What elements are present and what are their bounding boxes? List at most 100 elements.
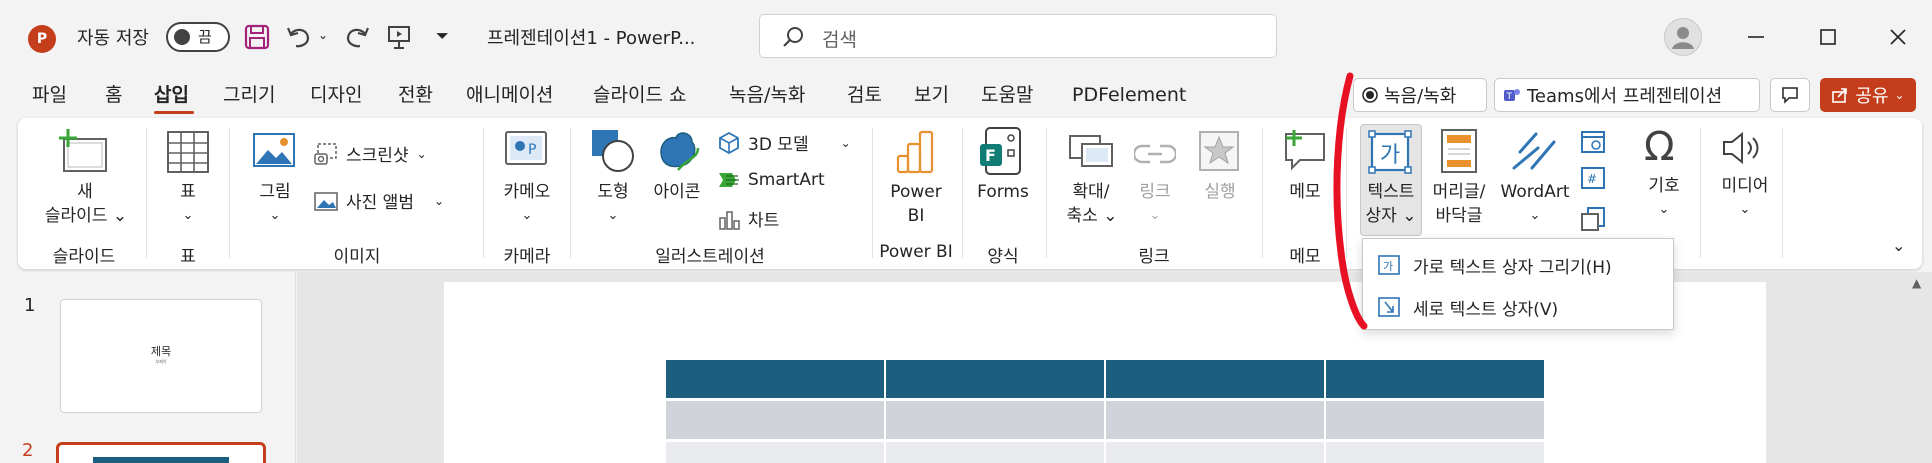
photo-album-button[interactable]: 사진 앨범 ⌄ — [314, 188, 444, 213]
table-cell[interactable] — [1106, 442, 1324, 463]
textbox-button[interactable]: 상자 ⌄ — [1356, 204, 1426, 228]
symbols-button[interactable]: 기호 — [1634, 174, 1694, 198]
customize-qat-icon[interactable]: ⏷ — [436, 26, 449, 46]
zoom-label-2: 축소 — [1066, 206, 1098, 226]
3d-models-button[interactable]: 3D 모델 ⌄ — [718, 130, 851, 155]
maximize-icon[interactable] — [1803, 12, 1853, 62]
table-header-cell[interactable] — [666, 360, 884, 398]
table-cell[interactable] — [1326, 401, 1544, 439]
tab-pdfelement[interactable]: PDFelement — [1072, 80, 1186, 110]
chart-button[interactable]: 차트 — [718, 206, 779, 231]
screenshot-button[interactable]: 스크린샷 ⌄ — [314, 141, 427, 166]
tab-insert[interactable]: 삽입 — [154, 80, 189, 110]
new-slide-button[interactable]: 슬라이드 ⌄ — [36, 204, 136, 228]
table-header-cell[interactable] — [1326, 360, 1544, 398]
textbox-dropdown-menu: 가 가로 텍스트 상자 그리기(H) 세로 텍스트 상자(V) — [1362, 238, 1674, 330]
collapse-ribbon-icon[interactable]: ⌄ — [1892, 236, 1905, 255]
forms-button[interactable]: Forms — [970, 180, 1036, 204]
power-bi-label-2[interactable]: BI — [886, 204, 946, 228]
save-icon[interactable] — [240, 20, 274, 54]
autosave-toggle[interactable]: 끔 — [166, 22, 230, 52]
redo-icon[interactable] — [340, 20, 374, 54]
pictures-button[interactable]: 그림 — [250, 180, 300, 204]
table-header-cell[interactable] — [1106, 360, 1324, 398]
media-dropdown-icon[interactable]: ⌄ — [1712, 198, 1778, 222]
slide-thumbnail-1[interactable]: 제목 부제목 — [60, 299, 262, 413]
present-in-teams-button[interactable]: T Teams에서 프레젠테이션 — [1494, 78, 1760, 112]
table-cell[interactable] — [1326, 442, 1544, 463]
group-images-label: 이미지 — [333, 247, 381, 267]
vertical-textbox-label: 세로 텍스트 상자(V) — [1413, 299, 1559, 320]
slide-thumbnail-2[interactable] — [56, 442, 266, 463]
teams-icon: T — [1504, 89, 1520, 102]
tab-slideshow[interactable]: 슬라이드 쇼 — [593, 80, 686, 110]
group-camera-label: 카메라 — [503, 247, 551, 267]
cameo-button[interactable]: 카메오 — [494, 180, 560, 204]
wordart-icon — [1512, 132, 1556, 170]
table-button[interactable]: 표 — [165, 180, 211, 204]
search-box[interactable]: 검색 — [759, 14, 1277, 58]
zoom-button[interactable]: 축소 ⌄ — [1052, 204, 1132, 228]
horizontal-textbox-item[interactable]: 가 가로 텍스트 상자 그리기(H) — [1377, 247, 1612, 283]
vertical-textbox-item[interactable]: 세로 텍스트 상자(V) — [1377, 289, 1558, 325]
textbox-label-1[interactable]: 텍스트 — [1360, 180, 1422, 204]
shapes-dropdown-icon[interactable]: ⌄ — [588, 204, 638, 228]
tab-transitions[interactable]: 전환 — [398, 80, 433, 110]
group-separator — [146, 128, 147, 258]
tab-home[interactable]: 홈 — [105, 80, 122, 110]
shapes-button[interactable]: 도형 — [588, 180, 638, 204]
link-button[interactable]: 링크 — [1130, 180, 1180, 204]
wordart-button[interactable]: WordArt — [1498, 180, 1572, 204]
active-tab-indicator — [154, 111, 194, 114]
table-cell[interactable] — [666, 442, 884, 463]
present-from-start-icon[interactable] — [382, 20, 416, 54]
thumbnail-subtitle: 부제목 — [155, 359, 167, 364]
svg-text:F: F — [985, 146, 996, 165]
scroll-up-icon[interactable]: ▲ — [1912, 276, 1921, 290]
link-dropdown-icon[interactable]: ⌄ — [1130, 204, 1180, 228]
media-button[interactable]: 미디어 — [1712, 174, 1778, 198]
undo-icon[interactable] — [282, 20, 316, 54]
tab-design[interactable]: 디자인 — [310, 80, 362, 110]
tab-view[interactable]: 보기 — [914, 80, 949, 110]
table-dropdown-icon[interactable]: ⌄ — [165, 204, 211, 228]
textbox-icon-glyph: 가 — [1379, 143, 1401, 168]
share-button[interactable]: 공유 ⌄ — [1820, 78, 1916, 112]
table-cell[interactable] — [886, 442, 1104, 463]
table-cell[interactable] — [886, 401, 1104, 439]
power-bi-label-1[interactable]: Power — [886, 180, 946, 204]
action-button[interactable]: 실행 — [1192, 180, 1248, 204]
account-avatar-icon[interactable] — [1664, 18, 1702, 56]
tab-review[interactable]: 검토 — [847, 80, 882, 110]
minimize-icon[interactable] — [1731, 12, 1781, 62]
smartart-button[interactable]: SmartArt — [718, 170, 825, 190]
table-cell[interactable] — [1106, 401, 1324, 439]
close-icon[interactable] — [1873, 12, 1923, 62]
new-slide-label-1[interactable]: 새 — [55, 180, 115, 204]
table-cell[interactable] — [666, 401, 884, 439]
comment-button[interactable]: 메모 — [1278, 180, 1332, 204]
comments-button[interactable] — [1770, 78, 1810, 112]
wordart-dropdown-icon[interactable]: ⌄ — [1498, 204, 1572, 228]
document-title: 프레젠테이션1 - PowerP... — [487, 28, 696, 49]
header-footer-label-2[interactable]: 바닥글 — [1424, 204, 1494, 228]
forms-icon: F — [980, 127, 1021, 175]
tab-file[interactable]: 파일 — [32, 80, 67, 110]
pictures-dropdown-icon[interactable]: ⌄ — [250, 204, 300, 228]
header-footer-label-1[interactable]: 머리글/ — [1424, 180, 1494, 204]
tab-recording[interactable]: 녹음/녹화 — [729, 80, 805, 110]
undo-dropdown-icon[interactable]: ⌄ — [318, 28, 328, 42]
thumbnail-table — [93, 457, 229, 463]
cameo-dropdown-icon[interactable]: ⌄ — [494, 204, 560, 228]
record-button[interactable]: 녹음/녹화 — [1353, 78, 1487, 112]
icons-button[interactable]: 아이콘 — [644, 180, 710, 204]
slide-number-icon[interactable]: # — [1580, 166, 1606, 192]
tab-draw[interactable]: 그리기 — [223, 80, 275, 110]
object-icon[interactable] — [1580, 206, 1606, 232]
date-time-icon[interactable] — [1580, 128, 1606, 154]
tab-animations[interactable]: 애니메이션 — [466, 80, 553, 110]
table-header-cell[interactable] — [886, 360, 1104, 398]
tab-help[interactable]: 도움말 — [981, 80, 1033, 110]
symbols-dropdown-icon[interactable]: ⌄ — [1634, 198, 1694, 222]
zoom-label-1[interactable]: 확대/ — [1058, 180, 1124, 204]
